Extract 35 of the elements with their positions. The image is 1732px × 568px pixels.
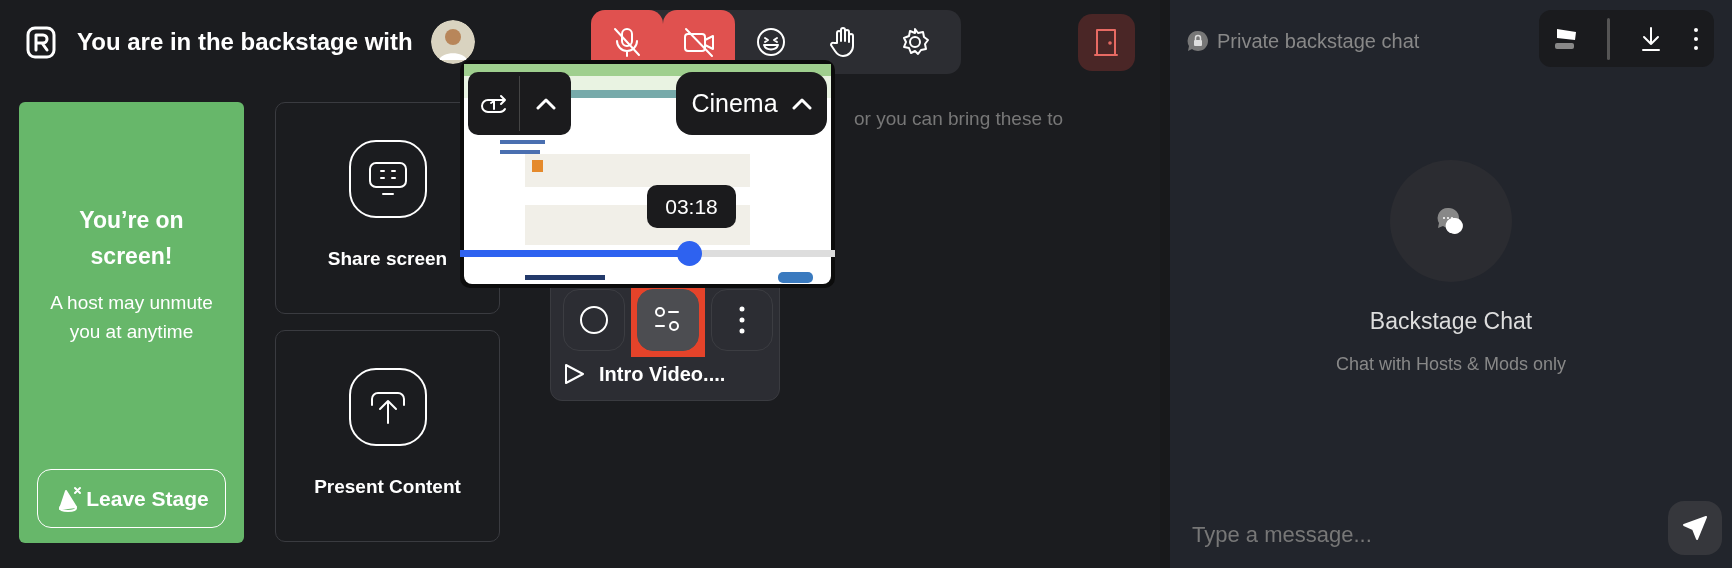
upload-icon bbox=[347, 367, 428, 447]
media-button[interactable] bbox=[563, 288, 625, 351]
screen-share-icon bbox=[347, 139, 428, 219]
stage-message: A host may unmute you at anytime bbox=[49, 291, 214, 344]
kebab-icon bbox=[1691, 25, 1700, 52]
chevron-up-icon bbox=[791, 97, 812, 110]
kebab-icon bbox=[739, 305, 745, 334]
stage-title: You’re on screen! bbox=[78, 206, 185, 271]
logo-icon bbox=[26, 25, 56, 59]
layout-button[interactable] bbox=[1553, 26, 1578, 51]
send-icon bbox=[1682, 515, 1708, 541]
more-button[interactable] bbox=[1691, 25, 1700, 52]
circle-icon bbox=[578, 303, 610, 336]
chat-title: Backstage Chat bbox=[1369, 307, 1533, 336]
time-label: 03:18 bbox=[647, 185, 736, 228]
layout-icon bbox=[1553, 26, 1578, 51]
play-icon bbox=[563, 361, 585, 386]
camera-off-icon bbox=[681, 26, 716, 58]
action-card[interactable]: Present Content bbox=[275, 330, 500, 542]
media-title: Intro Video.... bbox=[599, 361, 726, 387]
door-icon bbox=[1094, 27, 1119, 57]
smiley-icon bbox=[754, 26, 787, 58]
view-mode-button[interactable]: Cinema bbox=[676, 72, 827, 135]
message-field[interactable]: Type a message... bbox=[1190, 517, 1650, 552]
media-button[interactable] bbox=[637, 288, 699, 351]
exit-button[interactable] bbox=[1077, 13, 1135, 71]
header-title: You are in the backstage with bbox=[77, 27, 413, 57]
chat-bubbles-icon bbox=[1437, 207, 1465, 235]
chevron-up-icon bbox=[535, 97, 556, 110]
chat-header: Private backstage chat bbox=[1217, 29, 1420, 54]
chat-subtitle: Chat with Hosts & Mods only bbox=[1335, 352, 1567, 376]
lock-chat-icon bbox=[1187, 30, 1209, 52]
hint-text: or you can bring these to bbox=[854, 107, 1065, 131]
avatar bbox=[430, 20, 475, 64]
send-button[interactable] bbox=[1668, 501, 1722, 555]
